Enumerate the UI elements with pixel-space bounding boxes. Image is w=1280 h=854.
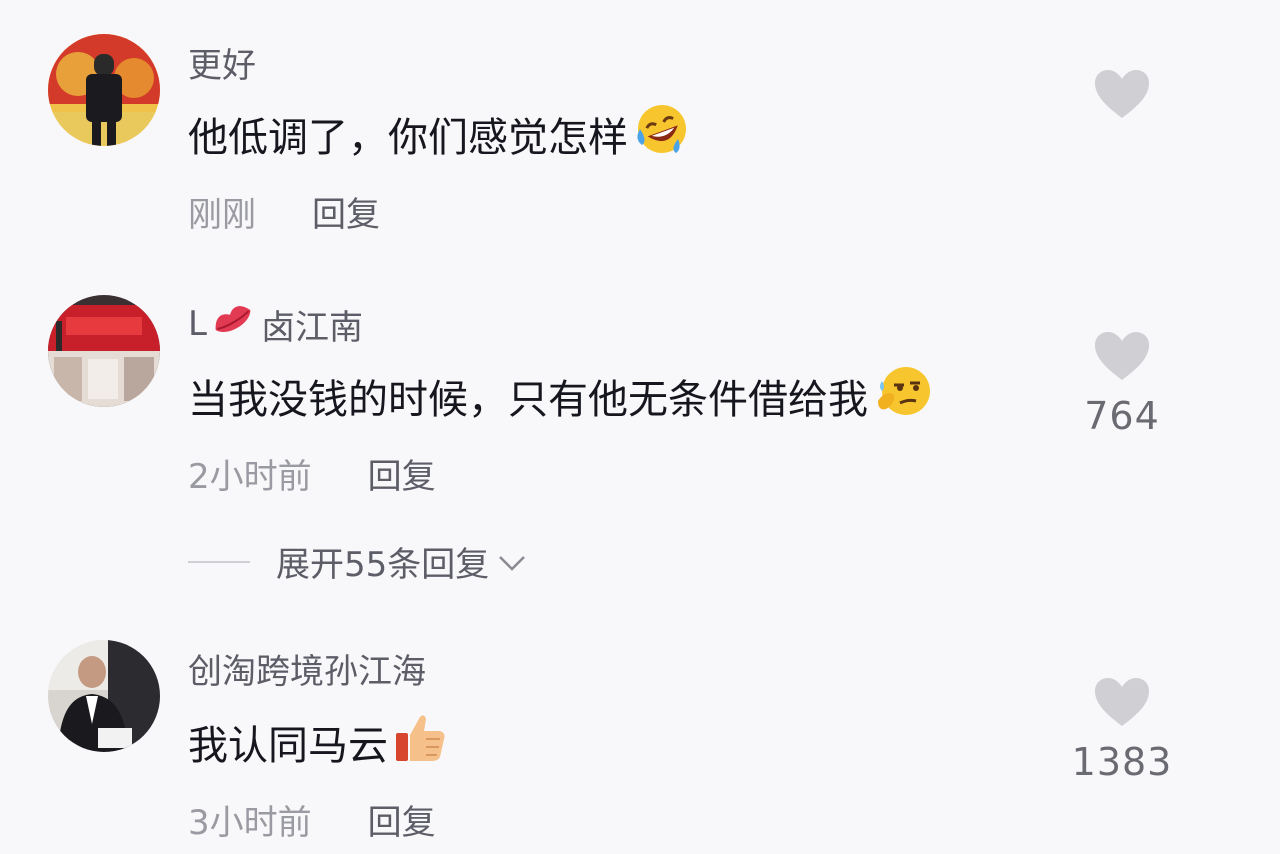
timestamp: 3小时前 — [188, 802, 312, 843]
thumbs-up-emoji-icon — [392, 709, 448, 775]
avatar[interactable] — [48, 34, 160, 146]
comment-text: 当我没钱的时候，只有他无条件借给我 — [188, 366, 934, 426]
avatar[interactable] — [48, 295, 160, 407]
divider-line — [188, 560, 250, 563]
expand-replies-button[interactable]: 展开55条回复 — [188, 537, 527, 586]
timestamp: 刚刚 — [188, 194, 256, 235]
timestamp: 2小时前 — [188, 456, 312, 497]
username[interactable]: 更好 — [188, 38, 256, 86]
username-text: 卤江南 — [260, 307, 363, 348]
rofl-emoji-icon — [632, 99, 692, 169]
avatar-image — [48, 295, 160, 407]
heart-icon — [1095, 678, 1149, 726]
expand-replies-label: 展开55条回复 — [276, 545, 490, 585]
like-count: 1383 — [1071, 740, 1173, 784]
smirk-thinking-emoji-icon — [872, 361, 934, 431]
username-text: 创淘跨境孙江海 — [188, 651, 426, 692]
username-prefix: L — [188, 304, 207, 344]
comment-meta: 2小时前 回复 — [188, 448, 436, 498]
reply-button[interactable]: 回复 — [312, 187, 380, 236]
username-text: 更好 — [188, 45, 256, 86]
username[interactable]: L 卤江南 — [188, 300, 363, 348]
avatar-image — [48, 640, 160, 752]
chevron-down-icon — [497, 542, 527, 582]
reply-button[interactable]: 回复 — [368, 449, 436, 498]
heart-icon — [1095, 332, 1149, 380]
heart-icon — [1095, 70, 1149, 118]
avatar-image — [48, 34, 160, 146]
lips-icon — [211, 302, 255, 347]
like-button[interactable] — [1062, 68, 1182, 132]
comment-list: 更好 他低调了，你们感觉怎样 刚刚 回复 L 卤江南 当我没钱的时候，只有他无条… — [0, 0, 1280, 854]
comment-meta: 3小时前 回复 — [188, 794, 436, 844]
username[interactable]: 创淘跨境孙江海 — [188, 644, 426, 692]
comment-text-content: 他低调了，你们感觉怎样 — [188, 115, 628, 161]
comment-text: 我认同马云 — [188, 712, 448, 772]
like-button[interactable]: 764 — [1062, 330, 1182, 438]
like-button[interactable]: 1383 — [1062, 676, 1182, 784]
reply-button[interactable]: 回复 — [368, 795, 436, 844]
comment-meta: 刚刚 回复 — [188, 186, 380, 236]
like-count: 764 — [1084, 394, 1160, 438]
avatar[interactable] — [48, 640, 160, 752]
comment-text-content: 当我没钱的时候，只有他无条件借给我 — [188, 377, 868, 423]
comment-text: 他低调了，你们感觉怎样 — [188, 104, 692, 164]
comment-text-content: 我认同马云 — [188, 723, 388, 769]
